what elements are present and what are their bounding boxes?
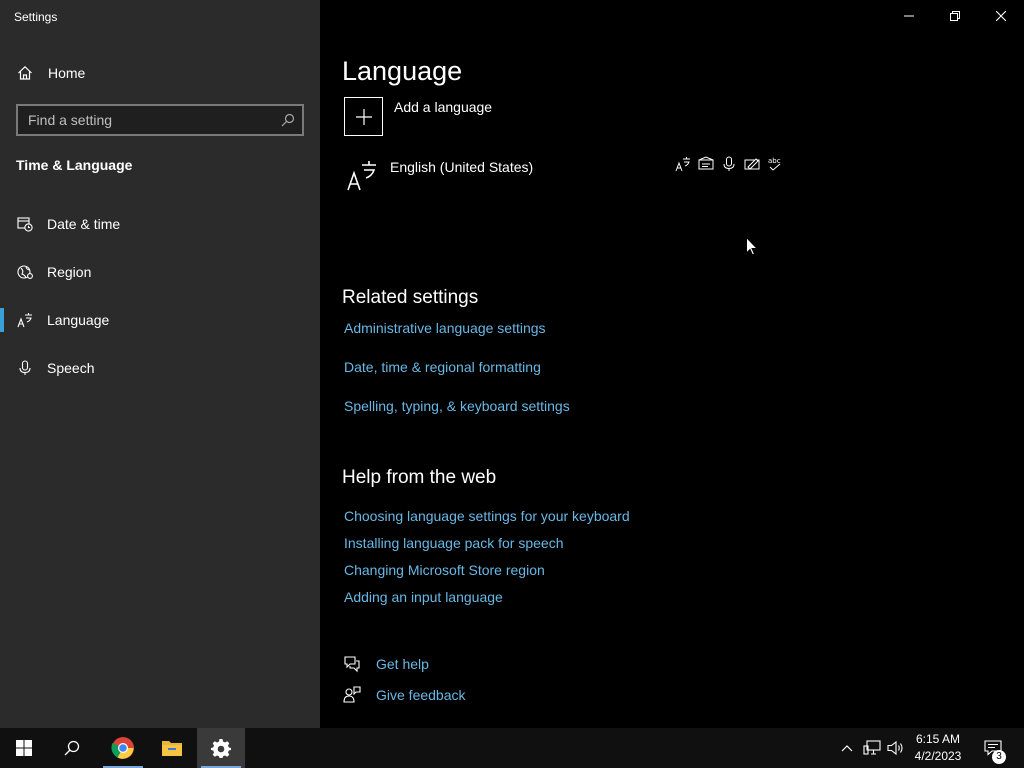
volume-tray-button[interactable]	[885, 728, 907, 768]
link-input-language[interactable]: Adding an input language	[344, 589, 503, 605]
sidebar: Settings Home Time & Language Date & tim…	[0, 0, 320, 728]
language-feature-icons: abc	[674, 155, 784, 173]
clock-date: 4/2/2023	[914, 749, 962, 763]
calendar-clock-icon	[16, 215, 34, 233]
section-title: Time & Language	[16, 157, 133, 173]
taskbar-clock[interactable]: 6:15 AM 4/2/2023	[908, 731, 968, 765]
link-language-pack-speech[interactable]: Installing language pack for speech	[344, 535, 563, 551]
sidebar-item-date-time[interactable]: Date & time	[0, 200, 320, 248]
feedback-icon	[343, 686, 361, 704]
give-feedback-label: Give feedback	[376, 687, 466, 703]
search-box[interactable]	[16, 104, 304, 136]
related-settings-heading: Related settings	[342, 287, 479, 308]
language-glyph-icon	[344, 157, 380, 193]
page-title: Language	[342, 56, 463, 86]
settings-taskbar-button[interactable]	[197, 728, 245, 768]
mouse-cursor-icon	[746, 236, 759, 261]
link-store-region[interactable]: Changing Microsoft Store region	[344, 562, 545, 578]
volume-icon	[887, 740, 903, 756]
home-label: Home	[48, 65, 86, 81]
speech-recognition-icon	[720, 155, 738, 173]
svg-text:abc: abc	[768, 157, 781, 165]
window-title: Settings	[14, 10, 58, 24]
window-controls	[886, 0, 1024, 32]
close-icon	[996, 11, 1006, 21]
sidebar-item-label: Region	[47, 264, 92, 280]
display-language-icon	[674, 155, 692, 173]
windows-logo-icon	[16, 740, 32, 756]
give-feedback-link[interactable]: Give feedback	[343, 686, 466, 704]
clock-time: 6:15 AM	[915, 732, 961, 746]
network-icon	[863, 740, 881, 755]
restore-icon	[950, 11, 960, 21]
text-to-speech-icon	[697, 155, 715, 173]
search-icon	[64, 740, 80, 756]
taskbar-search-button[interactable]	[48, 728, 96, 768]
get-help-icon	[343, 655, 361, 673]
home-icon	[16, 64, 34, 82]
link-date-time-formatting[interactable]: Date, time & regional formatting	[344, 359, 541, 375]
spell-check-icon: abc	[766, 155, 784, 173]
restore-button[interactable]	[932, 0, 978, 32]
add-language-label: Add a language	[394, 99, 493, 115]
notification-count-badge: 3	[992, 750, 1006, 764]
link-keyboard-language-settings[interactable]: Choosing language settings for your keyb…	[344, 508, 630, 524]
chrome-taskbar-button[interactable]	[99, 728, 147, 768]
minimize-icon	[904, 15, 914, 17]
sidebar-item-speech[interactable]: Speech	[0, 344, 320, 392]
start-button[interactable]	[0, 728, 48, 768]
home-button[interactable]: Home	[16, 60, 85, 86]
link-spelling-typing-keyboard[interactable]: Spelling, typing, & keyboard settings	[344, 398, 570, 414]
sidebar-item-label: Language	[47, 312, 110, 328]
minimize-button[interactable]	[886, 0, 932, 32]
gear-icon	[211, 739, 231, 758]
sidebar-item-label: Speech	[47, 360, 95, 376]
network-tray-button[interactable]	[861, 728, 883, 768]
get-help-link[interactable]: Get help	[343, 655, 429, 673]
language-name: English (United States)	[390, 159, 534, 175]
close-button[interactable]	[978, 0, 1024, 32]
chrome-icon	[111, 737, 134, 759]
search-icon[interactable]	[274, 106, 302, 134]
link-administrative-language[interactable]: Administrative language settings	[344, 320, 546, 336]
chevron-up-icon	[841, 745, 853, 752]
get-help-label: Get help	[376, 656, 429, 672]
show-hidden-icons-button[interactable]	[838, 728, 856, 768]
globe-icon	[16, 263, 34, 281]
handwriting-icon	[743, 155, 761, 173]
add-language-button[interactable]: Add a language	[344, 97, 492, 136]
language-icon	[16, 311, 34, 329]
nav-list: Date & time Region Language Speech	[0, 200, 320, 392]
help-from-web-heading: Help from the web	[342, 467, 497, 488]
microphone-icon	[16, 359, 34, 377]
sidebar-item-language[interactable]: Language	[0, 296, 320, 344]
taskbar: 6:15 AM 4/2/2023 3	[0, 728, 1024, 768]
search-input[interactable]	[28, 112, 274, 128]
sidebar-item-label: Date & time	[47, 216, 121, 232]
plus-icon	[344, 97, 383, 136]
sidebar-item-region[interactable]: Region	[0, 248, 320, 296]
file-explorer-taskbar-button[interactable]	[148, 728, 196, 768]
folder-icon	[162, 741, 182, 756]
